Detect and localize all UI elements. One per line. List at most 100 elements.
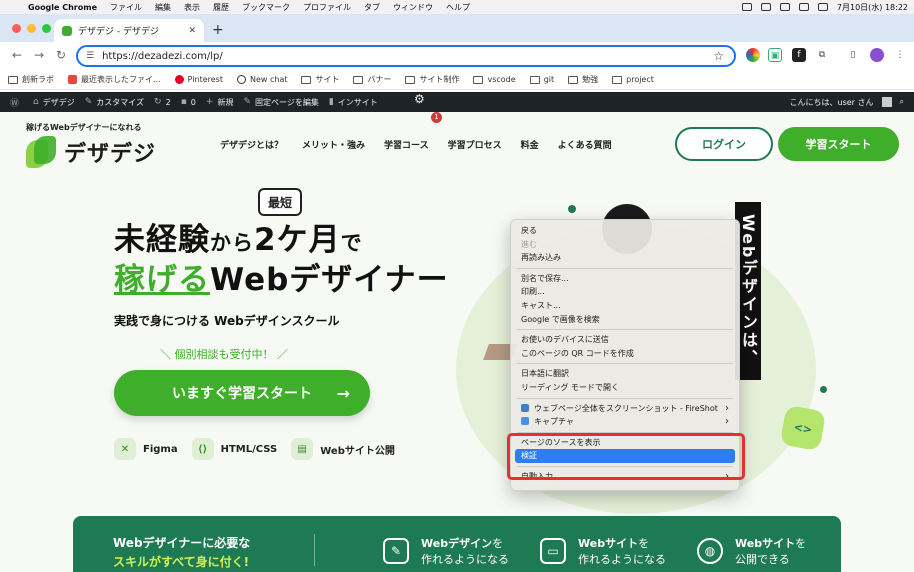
start-now-button[interactable]: いますぐ学習スタート → <box>114 370 370 416</box>
bookmark-folder[interactable]: サイト <box>301 74 339 85</box>
menu-item-reload[interactable]: 再読み込み <box>511 251 739 265</box>
menu-profiles[interactable]: プロファイル <box>303 2 351 13</box>
sidebar-icon[interactable]: ▯ <box>846 48 860 62</box>
bookmark-folder[interactable]: vscode <box>473 75 516 84</box>
url-text[interactable]: https://dezadezi.com/lp/ <box>102 51 223 62</box>
battery-icon[interactable] <box>817 3 828 11</box>
menu-item-capture[interactable]: キャプチャ <box>511 415 739 429</box>
nav-process[interactable]: 学習プロセス <box>448 138 502 151</box>
bookmark-folder[interactable]: git <box>529 75 554 84</box>
wordpress-logo-icon[interactable]: Ⓦ <box>10 96 23 109</box>
folder-icon <box>612 75 623 84</box>
bookmark-label: バナー <box>367 75 392 84</box>
address-bar[interactable]: ☰ https://dezadezi.com/lp/ ☆ <box>76 45 736 67</box>
menu-help[interactable]: ヘルプ <box>446 2 470 13</box>
close-tab-icon[interactable]: ✕ <box>188 26 196 36</box>
bookmark-folder[interactable]: 勉強 <box>568 74 598 85</box>
decorative-dot <box>568 205 576 213</box>
new-tab-button[interactable]: + <box>212 22 224 38</box>
bookmark-folder[interactable]: バナー <box>353 74 391 85</box>
status-icon[interactable] <box>760 3 771 11</box>
search-icon[interactable]: ⌕ <box>900 97 904 107</box>
site-logo[interactable]: デザデジ <box>26 136 156 168</box>
nav-pricing[interactable]: 料金 <box>521 138 539 151</box>
menu-item-cast[interactable]: キャスト... <box>511 299 739 313</box>
reload-button[interactable]: ↻ <box>56 48 66 62</box>
nav-courses[interactable]: 学習コース <box>384 138 429 151</box>
browser-tab-active[interactable]: デザデジ - デザデジ ✕ <box>54 19 204 42</box>
folder-icon <box>529 75 540 84</box>
bookmark-star-icon[interactable]: ☆ <box>713 49 724 63</box>
menu-item-send-to-device[interactable]: お使いのデバイスに送信 <box>511 333 739 347</box>
zoom-window-button[interactable] <box>42 24 51 33</box>
bookmark-item[interactable]: Pinterest <box>174 75 223 84</box>
menu-item-print[interactable]: 印刷... <box>511 285 739 299</box>
bookmark-label: project <box>626 75 654 84</box>
wp-new[interactable]: + 新規 <box>206 97 234 108</box>
menu-window[interactable]: ウィンドウ <box>393 2 433 13</box>
bookmark-item[interactable]: New chat <box>236 75 287 84</box>
site-favicon <box>62 25 72 36</box>
menu-item-back[interactable]: 戻る <box>511 224 739 238</box>
start-learning-button[interactable]: 学習スタート <box>778 127 899 161</box>
nav-about[interactable]: デザデジとは？ <box>220 138 283 151</box>
nav-merits[interactable]: メリット・強み <box>302 138 365 151</box>
profile-avatar[interactable] <box>870 48 884 62</box>
wp-comments[interactable]: ▪ 0 <box>181 97 196 107</box>
gear-icon[interactable]: ⚙ <box>414 92 425 106</box>
menubar-clock[interactable]: 7月10日(水) 18:22 <box>837 2 908 13</box>
menu-history[interactable]: 履歴 <box>213 2 229 13</box>
wp-insight-label: インサイト <box>337 97 378 107</box>
extension-icon[interactable]: ▣ <box>768 48 782 62</box>
site-info-icon[interactable]: ☰ <box>86 51 94 61</box>
menu-app-name[interactable]: Google Chrome <box>28 3 97 12</box>
bookmark-folder[interactable]: project <box>612 75 654 84</box>
menu-item-forward: 進む <box>521 239 537 249</box>
figma-icon: ✕ <box>114 438 136 460</box>
bookmark-folder[interactable]: 創新ラボ <box>8 74 54 85</box>
close-window-button[interactable] <box>12 24 21 33</box>
more-menu-icon[interactable]: ⋮ <box>893 48 907 62</box>
menu-item-translate[interactable]: 日本語に翻訳 <box>511 367 739 381</box>
skill-label: HTML/CSS <box>220 443 278 455</box>
extension-icon[interactable] <box>746 48 760 62</box>
extension-icon[interactable]: f <box>792 48 806 62</box>
bookmark-item[interactable]: 最近表示したファイ... <box>68 74 161 85</box>
menu-item-reading-mode[interactable]: リーディング モードで開く <box>511 381 739 395</box>
wifi-icon[interactable] <box>798 3 809 11</box>
minimize-window-button[interactable] <box>27 24 36 33</box>
puzzle-icon[interactable]: ⧉ <box>815 48 829 62</box>
menu-item-view-source[interactable]: ページのソースを表示 <box>511 436 739 450</box>
menu-item-inspect[interactable]: 検証 <box>515 449 735 463</box>
nav-faq[interactable]: よくある質問 <box>558 138 612 151</box>
bookmarks-bar: 創新ラボ 最近表示したファイ... Pinterest New chat サイト… <box>0 70 914 90</box>
logo-text: デザデジ <box>64 142 157 167</box>
menu-edit[interactable]: 編集 <box>155 2 171 13</box>
feature-item: ✎ Webデザインを 作れるようになる <box>383 536 509 568</box>
wp-customize[interactable]: ✎ カスタマイズ <box>85 97 144 108</box>
wp-account[interactable]: こんにちは、user さん ⌕ <box>790 92 904 112</box>
hero-heading-line1: 未経験から2ケ月で <box>114 222 363 258</box>
forward-button[interactable]: → <box>34 48 44 62</box>
menu-item-fireshot[interactable]: ウェブページ全体をスクリーンショット - FireShot <box>511 402 739 416</box>
wp-insight[interactable]: ▮ インサイト <box>329 97 378 108</box>
menu-file[interactable]: ファイル <box>110 2 142 13</box>
menu-tab[interactable]: タブ <box>364 2 380 13</box>
status-icon[interactable] <box>779 3 790 11</box>
status-icon[interactable] <box>741 3 752 11</box>
consult-note: ＼ 個別相談も受付中！ ／ <box>160 348 288 361</box>
back-button[interactable]: ← <box>12 48 22 62</box>
login-button[interactable]: ログイン <box>675 127 773 161</box>
menu-bookmarks[interactable]: ブックマーク <box>242 2 290 13</box>
wp-site-name[interactable]: ⌂ デザデジ <box>33 97 75 108</box>
wp-edit-page-label: 固定ページを編集 <box>254 97 319 107</box>
tab-strip: デザデジ - デザデジ ✕ + <box>0 14 914 42</box>
menu-item-qr-code[interactable]: このページの QR コードを作成 <box>511 347 739 361</box>
wp-updates[interactable]: ↻ 2 <box>154 97 171 107</box>
menu-item-google-lens[interactable]: Google で画像を検索 <box>511 313 739 327</box>
menu-item-save-as[interactable]: 別名で保存... <box>511 272 739 286</box>
bookmark-folder[interactable]: サイト制作 <box>405 74 459 85</box>
menu-item-autofill[interactable]: 自動入力 <box>511 470 739 484</box>
menu-view[interactable]: 表示 <box>184 2 200 13</box>
wp-edit-page[interactable]: ✎ 固定ページを編集 <box>243 97 318 108</box>
